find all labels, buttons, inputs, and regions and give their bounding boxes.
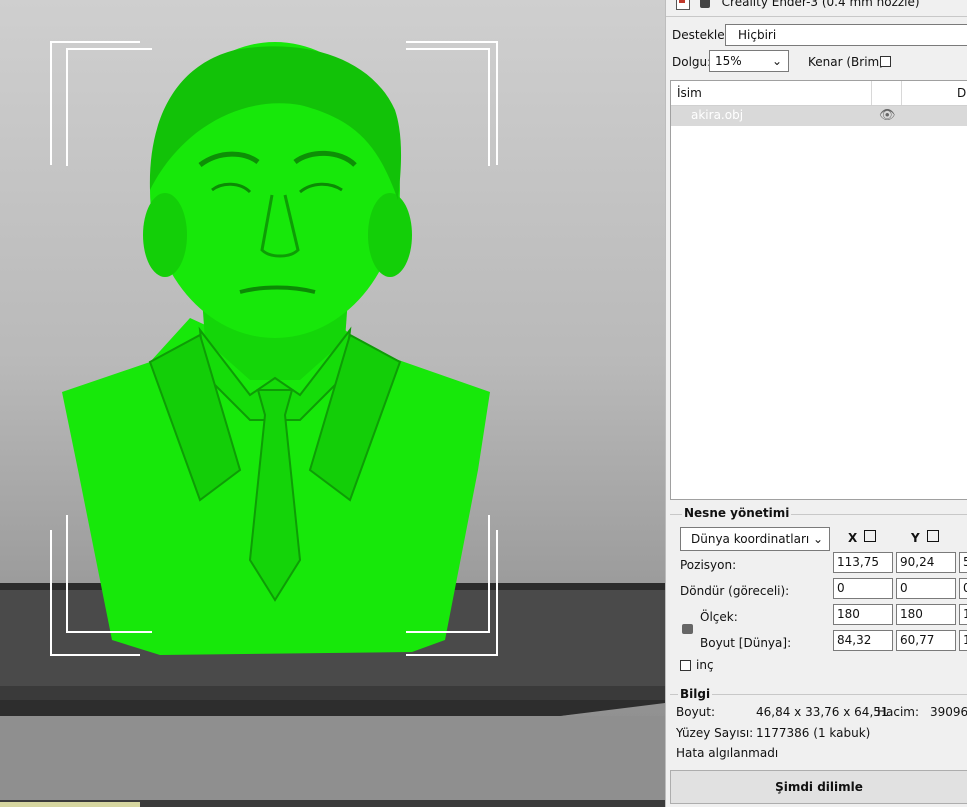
slice-now-button[interactable]: Şimdi dilimle — [670, 770, 967, 804]
facets-label: Yüzey Sayısı: — [676, 726, 754, 740]
column-d-header[interactable]: D — [957, 86, 966, 100]
object-list[interactable]: İsim D akira.obj 👁 — [670, 80, 967, 500]
slice-now-label: Şimdi dilimle — [775, 780, 863, 794]
printer-name: Creality Ender-3 (0.4 mm nozzle) — [721, 0, 920, 9]
chevron-down-icon: ⌄ — [771, 54, 782, 68]
rotate-z-input[interactable]: 0 — [959, 578, 967, 599]
selection-corner-tl-inner — [66, 48, 152, 166]
axis-y-label: Y — [911, 530, 939, 545]
selection-corner-tr-inner — [406, 48, 490, 166]
size-y-input[interactable]: 60,77 — [896, 630, 956, 651]
axis-y-icon — [926, 530, 939, 542]
errors-status: Hata algılanmadı — [676, 746, 779, 760]
column-divider — [871, 81, 872, 105]
inch-checkbox[interactable] — [680, 660, 691, 671]
rotate-y-input[interactable]: 0 — [896, 578, 956, 599]
infill-label: Dolgu: — [672, 55, 712, 69]
column-name-header[interactable]: İsim — [677, 86, 702, 100]
coord-system-value: Dünya koordinatları — [691, 532, 810, 546]
chevron-down-icon: ⌄ — [812, 532, 823, 546]
scale-y-input[interactable]: 180 — [896, 604, 956, 625]
printer-icon — [676, 0, 690, 10]
size-info-value: 46,84 x 33,76 x 64,51 — [756, 705, 889, 719]
facets-value: 1177386 (1 kabuk) — [756, 726, 871, 740]
printer-row[interactable]: Creality Ender-3 (0.4 mm nozzle) — [676, 0, 920, 13]
column-divider — [901, 81, 902, 105]
list-item[interactable]: akira.obj 👁 — [671, 106, 967, 126]
scale-lock-icon[interactable] — [682, 624, 693, 634]
brim-checkbox[interactable] — [880, 56, 891, 67]
selection-corner-br-inner — [406, 515, 490, 633]
position-z-input[interactable]: 5 — [959, 552, 967, 573]
volume-value: 39096,5 — [930, 705, 967, 719]
position-label: Pozisyon: — [680, 558, 737, 572]
3d-viewport[interactable] — [0, 0, 665, 807]
size-x-input[interactable]: 84,32 — [833, 630, 893, 651]
object-list-header: İsim D — [671, 81, 967, 106]
volume-label: Hacim: — [877, 705, 920, 719]
supports-select[interactable]: Hiçbiri — [725, 24, 967, 46]
brim-label: Kenar (Brim): — [808, 55, 888, 69]
infill-value: 15% — [715, 54, 742, 68]
size-info-label: Boyut: — [676, 705, 716, 719]
inch-label: inç — [696, 658, 714, 672]
selection-corner-bl-inner — [66, 515, 152, 633]
size-world-label: Boyut [Dünya]: — [700, 636, 792, 650]
settings-panel: Creality Ender-3 (0.4 mm nozzle) Destekl… — [665, 0, 967, 807]
info-title: Bilgi — [678, 687, 713, 701]
infill-select[interactable]: 15% ⌄ — [709, 50, 789, 72]
scale-label: Ölçek: — [700, 610, 738, 624]
position-x-input[interactable]: 113,75 — [833, 552, 893, 573]
position-y-input[interactable]: 90,24 — [896, 552, 956, 573]
rotate-x-input[interactable]: 0 — [833, 578, 893, 599]
lock-icon — [699, 0, 710, 8]
axis-x-icon — [864, 530, 877, 542]
object-name: akira.obj — [691, 108, 744, 122]
axis-x-label: X — [848, 530, 877, 545]
eye-icon[interactable]: 👁 — [879, 108, 896, 123]
scale-x-input[interactable]: 180 — [833, 604, 893, 625]
scale-z-input[interactable]: 1 — [959, 604, 967, 625]
size-z-input[interactable]: 1 — [959, 630, 967, 651]
object-manipulation-title: Nesne yönetimi — [682, 506, 792, 520]
coord-system-select[interactable]: Dünya koordinatları ⌄ — [680, 527, 830, 551]
rotate-label: Döndür (göreceli): — [680, 584, 790, 598]
